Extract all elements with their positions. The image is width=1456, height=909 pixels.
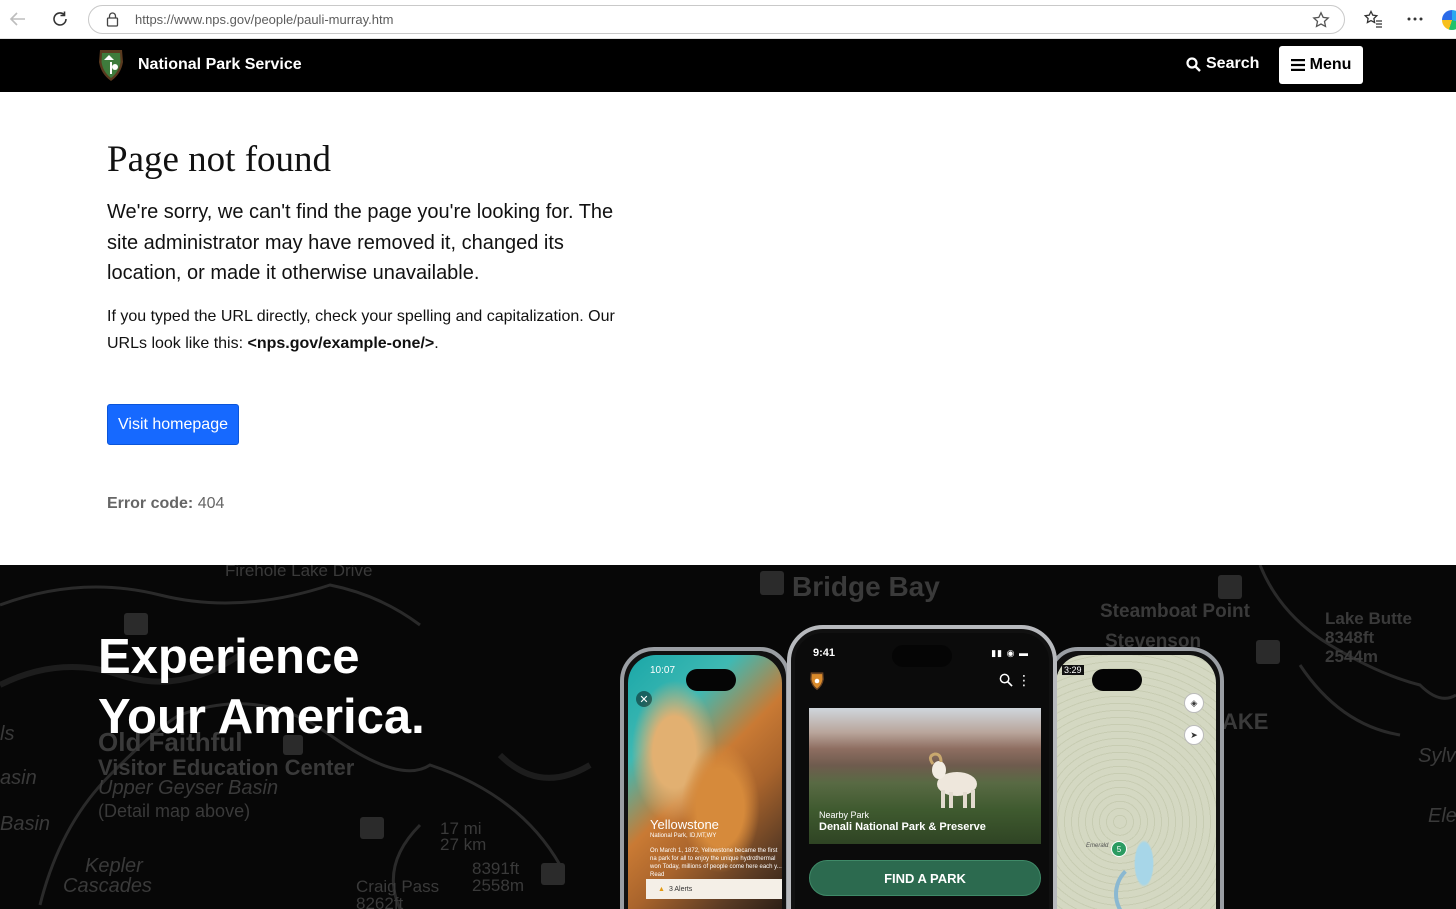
url-text: https://www.nps.gov/people/pauli-murray.… bbox=[135, 12, 394, 27]
park-photo: Nearby Park Denali National Park & Prese… bbox=[809, 708, 1041, 844]
map-label-cascades: Cascades bbox=[63, 875, 152, 897]
url-hint-text: If you typed the URL directly, check you… bbox=[107, 303, 617, 357]
error-code-value: 404 bbox=[197, 495, 225, 512]
search-button[interactable]: Search bbox=[1186, 55, 1259, 73]
headline-line-2: Your America. bbox=[98, 690, 425, 744]
phone-left-park-sub: National Park, ID,MT,WY bbox=[650, 833, 717, 839]
menu-label: Menu bbox=[1309, 56, 1352, 73]
map-label-craig-ft: 8262ft bbox=[356, 894, 404, 909]
hamburger-icon bbox=[1290, 59, 1305, 71]
menu-button[interactable]: Menu bbox=[1279, 46, 1363, 84]
map-pin-icon: 5 bbox=[1111, 841, 1127, 857]
map-road bbox=[1114, 860, 1182, 909]
map-label-firehole: Firehole Lake Drive bbox=[225, 565, 373, 580]
map-label-steamboat: Steamboat Point bbox=[1100, 601, 1250, 622]
map-label-lake-butte-m: 2544m bbox=[1325, 647, 1378, 666]
page-title: Page not found bbox=[107, 139, 332, 180]
map-label-basin-2: Basin bbox=[0, 813, 51, 835]
phone-mockup-center: 9:41 ▮▮ ◉ ▬ ⋮ Nearby Park Denali Nationa… bbox=[787, 625, 1057, 909]
phone-left-park-name: Yellowstone bbox=[650, 817, 719, 832]
back-icon[interactable] bbox=[6, 7, 30, 31]
more-vertical-icon: ⋮ bbox=[1017, 672, 1031, 688]
error-code: Error code: 404 bbox=[107, 495, 224, 513]
map-label-bridge-bay: Bridge Bay bbox=[792, 571, 940, 602]
location-arrow-icon: ➤ bbox=[1184, 725, 1204, 745]
phone-left-screen: 10:07 ✕ Yellowstone National Park, ID,MT… bbox=[628, 655, 782, 909]
layers-icon: ◈ bbox=[1184, 693, 1204, 713]
dall-sheep-image bbox=[928, 752, 977, 808]
browser-toolbar: https://www.nps.gov/people/pauli-murray.… bbox=[0, 0, 1456, 39]
phone-left-description: On March 1, 1872, Yellowstone became the… bbox=[650, 848, 782, 878]
map-label-lake-butte: Lake Butte bbox=[1325, 609, 1412, 628]
copilot-icon[interactable] bbox=[1442, 10, 1456, 30]
close-icon: ✕ bbox=[636, 691, 652, 707]
headline-line-1: Experience bbox=[98, 630, 360, 684]
nps-arrowhead-logo-icon bbox=[809, 671, 825, 691]
map-label-upper-geyser: Upper Geyser Basin bbox=[98, 777, 279, 799]
phone-center-time: 9:41 bbox=[813, 647, 836, 659]
reload-icon[interactable] bbox=[48, 7, 72, 31]
phone-left-alerts: ▲ 3 Alerts bbox=[646, 879, 782, 899]
map-label-ake: AKE bbox=[1222, 709, 1269, 734]
map-label-lake-butte-ft: 8348ft bbox=[1325, 628, 1375, 647]
hint-suffix: . bbox=[434, 335, 439, 352]
phone-mockup-right: 3:29 ◈ ➤ Emerald 5 bbox=[1048, 647, 1224, 909]
status-bar-icons: ▮▮ ◉ ▬ bbox=[991, 648, 1029, 658]
map-label-elev-m: 2558m bbox=[472, 876, 524, 895]
find-a-park-button: FIND A PARK bbox=[809, 860, 1041, 896]
map-label-is: ls bbox=[0, 723, 15, 745]
more-options-icon[interactable] bbox=[1404, 8, 1426, 30]
site-header: National Park Service Search Menu bbox=[0, 39, 1456, 92]
dynamic-island bbox=[1092, 669, 1142, 691]
nearby-park-label: Nearby Park bbox=[819, 810, 870, 820]
dynamic-island bbox=[892, 645, 952, 667]
app-promo-banner: Firehole Lake Drive Bridge Bay Steamboat… bbox=[0, 565, 1456, 909]
banner-headline: Experience Your America. bbox=[98, 627, 425, 747]
favorite-star-icon[interactable] bbox=[1312, 11, 1330, 34]
site-name[interactable]: National Park Service bbox=[138, 56, 302, 74]
error-code-label: Error code: bbox=[107, 495, 194, 512]
dynamic-island bbox=[686, 669, 736, 691]
error-lead-text: We're sorry, we can't find the page you'… bbox=[107, 201, 614, 284]
hint-example-url: <nps.gov/example-one/> bbox=[247, 335, 435, 352]
search-label: Search bbox=[1206, 55, 1260, 72]
phone-right-screen: 3:29 ◈ ➤ Emerald 5 bbox=[1056, 655, 1216, 909]
favorites-icon[interactable] bbox=[1362, 8, 1384, 30]
map-label-sylv: Sylv bbox=[1418, 745, 1456, 767]
map-label-ele: Ele bbox=[1428, 805, 1456, 827]
phone-right-lake-label: Emerald bbox=[1086, 843, 1109, 849]
phone-left-alerts-label: 3 Alerts bbox=[668, 885, 693, 893]
phone-right-time: 3:29 bbox=[1062, 665, 1084, 675]
map-label-basin-1: asin bbox=[0, 767, 37, 789]
phone-left-time: 10:07 bbox=[650, 665, 676, 676]
warning-icon: ▲ bbox=[658, 885, 665, 893]
lock-icon[interactable] bbox=[106, 12, 119, 32]
phone-center-screen: 9:41 ▮▮ ◉ ▬ ⋮ Nearby Park Denali Nationa… bbox=[795, 633, 1049, 909]
nearby-park-name: Denali National Park & Preserve bbox=[819, 821, 986, 833]
map-label-detail-map: (Detail map above) bbox=[98, 801, 251, 821]
search-icon bbox=[1186, 56, 1201, 72]
phone-mockup-left: 10:07 ✕ Yellowstone National Park, ID,MT… bbox=[620, 647, 790, 909]
map-label-distance-km: 27 km bbox=[440, 835, 487, 854]
search-icon bbox=[999, 673, 1013, 692]
visit-homepage-button[interactable]: Visit homepage bbox=[107, 404, 239, 445]
address-bar[interactable]: https://www.nps.gov/people/pauli-murray.… bbox=[88, 5, 1345, 34]
nps-arrowhead-logo-icon[interactable] bbox=[97, 48, 125, 82]
